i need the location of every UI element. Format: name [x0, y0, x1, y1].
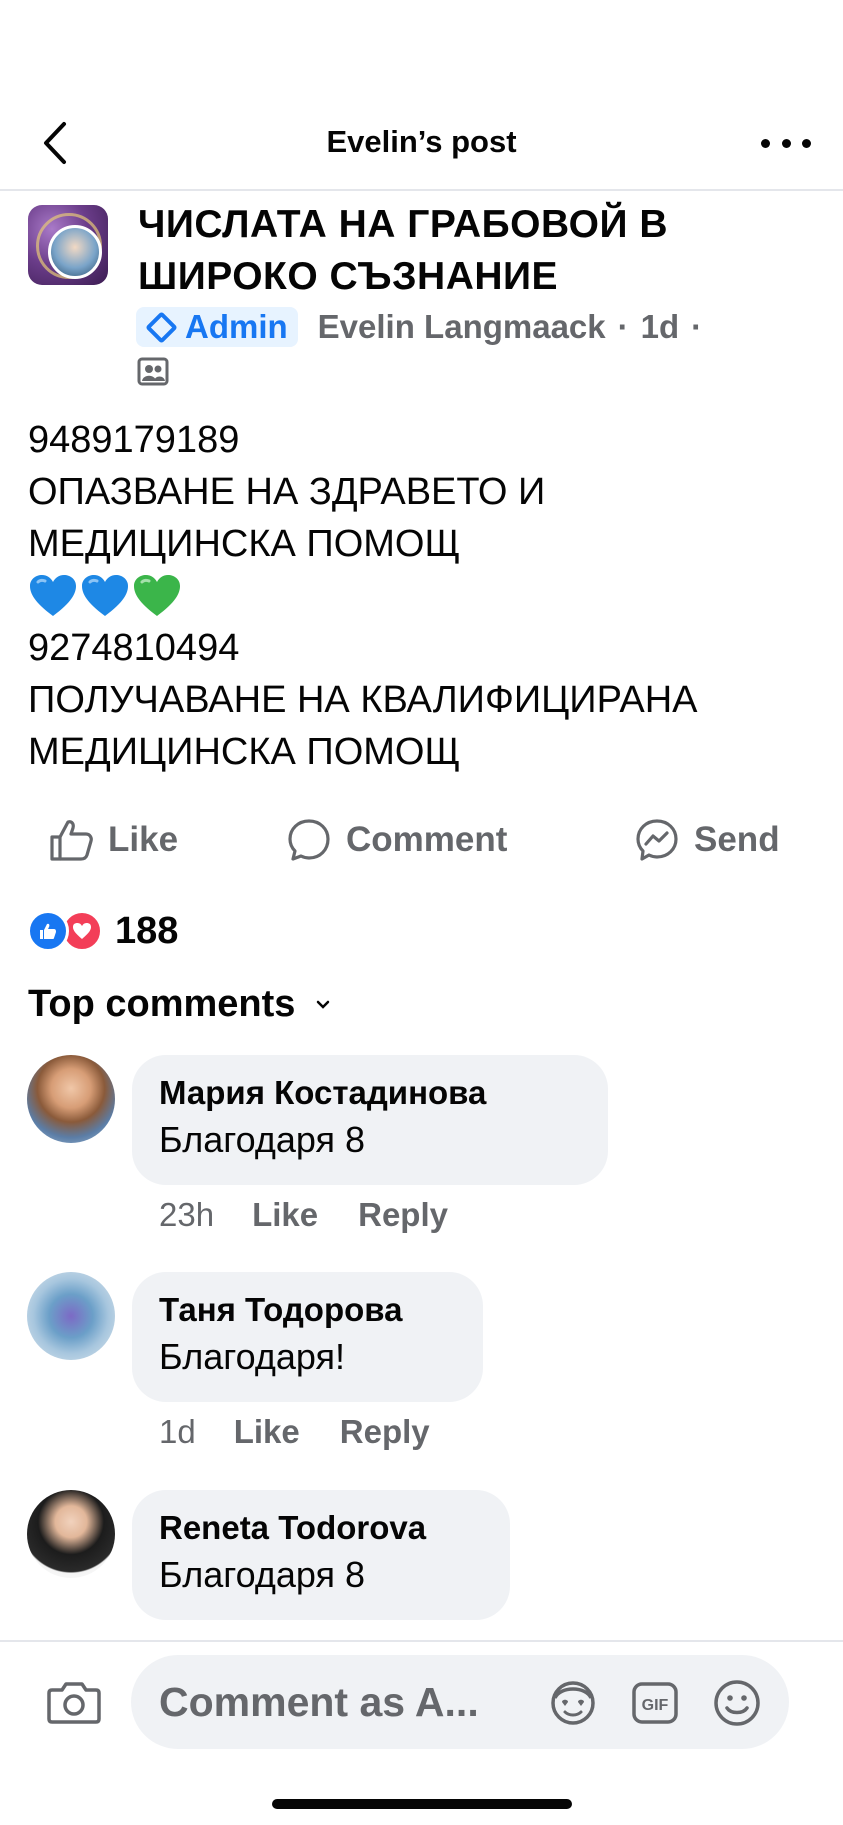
camera-button[interactable]: [46, 1678, 102, 1726]
group-avatar[interactable]: [28, 205, 108, 285]
post-time[interactable]: 1d: [641, 308, 680, 346]
blue-heart-icon: [82, 575, 128, 616]
group-name[interactable]: ЧИСЛАТА НА ГРАБОВОЙ В ШИРОКО СЪЗНАНИЕ: [138, 199, 778, 303]
emoji-button[interactable]: [712, 1678, 762, 1728]
admin-diamond-icon: [145, 310, 178, 344]
comment-bubble[interactable]: Таня Тодорова Благодаря!: [132, 1272, 483, 1402]
green-heart-icon: [134, 575, 180, 616]
more-dot: [761, 138, 770, 148]
like-button[interactable]: Like: [48, 812, 178, 868]
post-meta: Admin Evelin Langmaack · 1d ·: [136, 306, 714, 348]
reactions-summary[interactable]: 188: [27, 909, 178, 953]
commenter-avatar[interactable]: [27, 1490, 115, 1578]
gif-button[interactable]: GIF: [630, 1678, 680, 1728]
post-line: МЕДИЦИНСКА ПОМОЩ: [28, 731, 461, 773]
comment-like-button[interactable]: Like: [234, 1413, 300, 1451]
like-label: Like: [108, 820, 179, 859]
like-reaction-icon: [27, 910, 69, 952]
comment-meta: 1d Like Reply: [159, 1413, 430, 1451]
home-indicator: [272, 1799, 572, 1809]
comment-bubble[interactable]: Reneta Todorova Благодаря 8: [132, 1490, 510, 1620]
admin-label: Admin: [185, 308, 288, 345]
comment-like-button[interactable]: Like: [252, 1196, 318, 1234]
commenter-name[interactable]: Мария Костадинова: [159, 1071, 580, 1115]
commenter-name[interactable]: Таня Тодорова: [159, 1288, 455, 1332]
comment-input-placeholder: Comment as A...: [159, 1678, 479, 1725]
post-text: 9489179189 ОПАЗВАНЕ НА ЗДРАВЕТО И МЕДИЦИ…: [28, 414, 828, 778]
avatar-sticker-button[interactable]: [548, 1678, 598, 1728]
comment-input[interactable]: Comment as A...: [131, 1655, 789, 1749]
commenter-name[interactable]: Reneta Todorova: [159, 1506, 482, 1550]
more-dot: [781, 138, 791, 148]
comment-reply-button[interactable]: Reply: [358, 1196, 448, 1234]
post-line: 9489179189: [28, 419, 240, 461]
more-options-button[interactable]: [761, 118, 811, 168]
comment-time: 1d: [159, 1413, 196, 1450]
gif-icon: GIF: [632, 1682, 678, 1724]
comment-sort-dropdown[interactable]: Top comments: [28, 983, 331, 1026]
chevron-down-icon: [317, 1000, 330, 1009]
comment-bubble-icon: [288, 819, 330, 861]
page-title: Evelin’s post: [326, 124, 517, 159]
avatar-sticker-icon: [551, 1681, 595, 1725]
comment-time: 23h: [159, 1196, 215, 1233]
commenter-avatar[interactable]: [27, 1272, 115, 1360]
author-mini-avatar: [48, 225, 102, 279]
emoji-row: [28, 570, 828, 622]
post-line: МЕДИЦИНСКА ПОМОЩ: [28, 523, 461, 565]
reaction-count: 188: [115, 909, 179, 952]
admin-badge: Admin: [136, 307, 298, 347]
messenger-icon: [636, 819, 678, 861]
comment-text: Благодаря 8: [159, 1554, 365, 1595]
comment-label: Comment: [346, 820, 508, 859]
commenter-avatar[interactable]: [27, 1055, 115, 1143]
post-line: 9274810494: [28, 627, 240, 669]
send-label: Send: [694, 820, 780, 859]
thumbs-up-icon: [50, 820, 93, 861]
send-button[interactable]: Send: [634, 812, 780, 868]
composer-divider: [0, 1640, 843, 1642]
meta-separator: ·: [691, 308, 703, 345]
comment-reply-button[interactable]: Reply: [340, 1413, 430, 1451]
more-dot: [802, 138, 811, 148]
comment-button[interactable]: Comment: [286, 812, 507, 868]
comment-sort-label: Top comments: [28, 983, 296, 1025]
comment-text: Благодаря!: [159, 1336, 345, 1377]
comment-text: Благодаря 8: [159, 1119, 365, 1160]
post-line: ОПАЗВАНЕ НА ЗДРАВЕТО И: [28, 471, 546, 513]
camera-icon: [47, 1682, 101, 1724]
post-line: ПОЛУЧАВАНЕ НА КВАЛИФИЦИРАНА: [28, 679, 698, 721]
group-audience-icon: [137, 355, 169, 387]
blue-heart-icon: [30, 575, 76, 616]
comment-bubble[interactable]: Мария Костадинова Благодаря 8: [132, 1055, 608, 1185]
author-name[interactable]: Evelin Langmaack: [318, 308, 606, 346]
comment-meta: 23h Like Reply: [159, 1196, 448, 1234]
smiley-icon: [714, 1680, 760, 1726]
svg-text:GIF: GIF: [642, 1697, 669, 1714]
header-divider: [0, 189, 843, 191]
meta-separator: ·: [617, 308, 629, 345]
